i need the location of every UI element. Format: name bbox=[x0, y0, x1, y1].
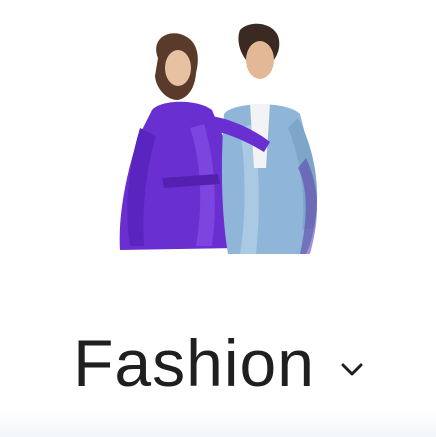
bottom-shadow bbox=[0, 410, 436, 437]
chevron-down-icon[interactable] bbox=[341, 363, 363, 377]
category-tile-fashion[interactable]: Fashion bbox=[0, 0, 436, 437]
fashion-models-image bbox=[100, 18, 350, 258]
category-label: Fashion bbox=[73, 326, 315, 400]
